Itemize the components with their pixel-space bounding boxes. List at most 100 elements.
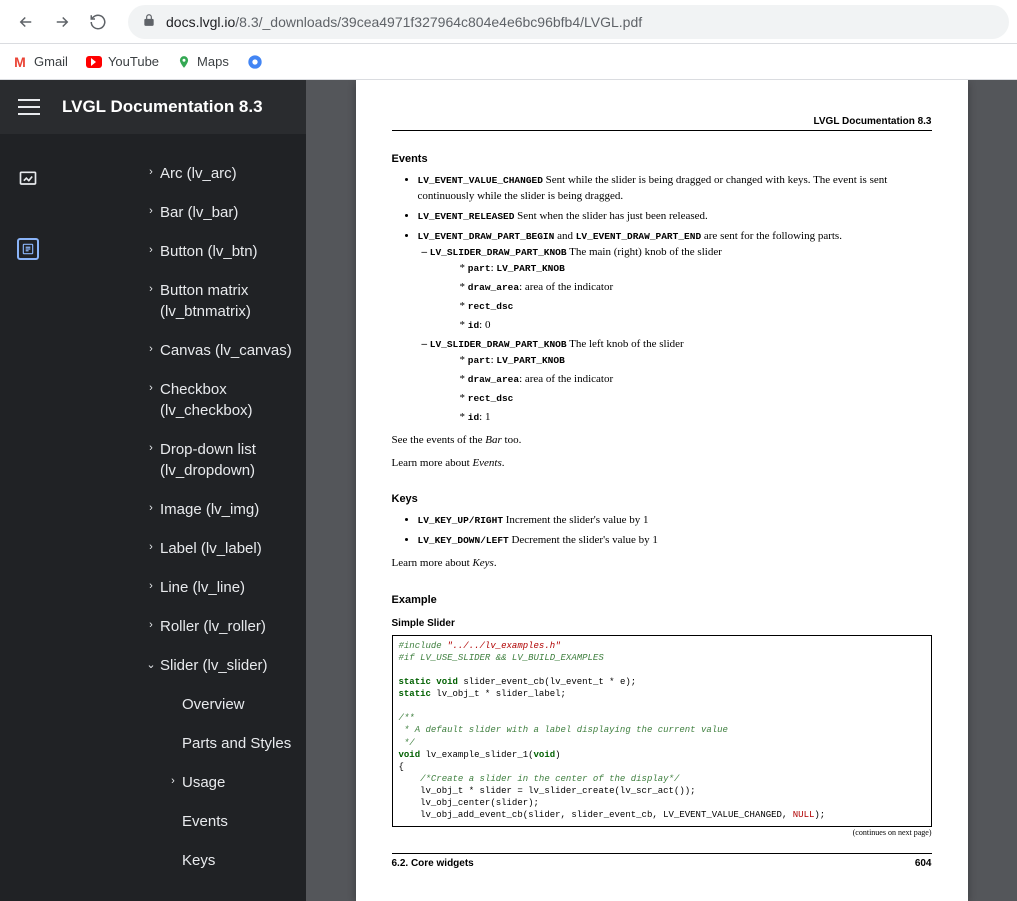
bookmark-maps[interactable]: Maps — [177, 54, 229, 69]
events-list: LV_EVENT_VALUE_CHANGED Sent while the sl… — [392, 173, 932, 426]
bookmark-youtube[interactable]: YouTube — [86, 54, 159, 70]
lock-icon — [142, 13, 156, 30]
page-footer: 6.2. Core widgets 604 — [392, 853, 932, 869]
continues-note: (continues on next page) — [392, 828, 932, 837]
outline-icon[interactable] — [17, 238, 39, 260]
outline-label: Parts and Styles — [182, 733, 291, 754]
bookmark-label: YouTube — [108, 54, 159, 69]
reload-icon — [89, 13, 107, 31]
outline-label: Drop-down list (lv_dropdown) — [160, 439, 294, 481]
chevron-right-icon: › — [164, 775, 182, 787]
outline-label: Checkbox (lv_checkbox) — [160, 379, 294, 421]
address-bar[interactable]: docs.lvgl.io/8.3/_downloads/39cea4971f32… — [128, 5, 1009, 39]
outline-label: Image (lv_img) — [160, 499, 259, 520]
pdf-sidebar: LVGL Documentation 8.3 ›Arc (lv_arc)›Bar… — [0, 80, 306, 901]
outline-label: Events — [182, 811, 228, 832]
outline-label: Canvas (lv_canvas) — [160, 340, 292, 361]
outline-label: Slider (lv_slider) — [160, 655, 268, 676]
outline-item[interactable]: ›Button matrix (lv_btnmatrix) — [56, 271, 306, 331]
sidebar-header: LVGL Documentation 8.3 — [0, 80, 306, 134]
bookmark-label: Gmail — [34, 54, 68, 69]
forward-button[interactable] — [44, 4, 80, 40]
pdf-page: LVGL Documentation 8.3 Events LV_EVENT_V… — [356, 80, 968, 901]
list-item: LV_KEY_UP/RIGHT Increment the slider's v… — [418, 513, 932, 529]
outline-tree[interactable]: ›Arc (lv_arc)›Bar (lv_bar)›Button (lv_bt… — [56, 134, 306, 901]
outline-item[interactable]: ›Checkbox (lv_checkbox) — [56, 370, 306, 430]
code-block: #include "../../lv_examples.h" #if LV_US… — [392, 635, 932, 827]
outline-item[interactable]: ›Drop-down list (lv_dropdown) — [56, 430, 306, 490]
footer-page-number: 604 — [915, 858, 932, 869]
outline-item[interactable]: ›Bar (lv_bar) — [56, 193, 306, 232]
chevron-right-icon: › — [142, 619, 160, 631]
outline-item[interactable]: ›Label (lv_label) — [56, 529, 306, 568]
url-path: /8.3/_downloads/39cea4971f327964c804e4e6… — [235, 14, 642, 30]
outline-item[interactable]: Keys — [56, 841, 306, 880]
url-host: docs.lvgl.io — [166, 14, 235, 30]
sidebar-title: LVGL Documentation 8.3 — [62, 97, 263, 117]
bookmark-gmail[interactable]: M Gmail — [12, 54, 68, 70]
outline-item[interactable]: ›Image (lv_img) — [56, 490, 306, 529]
outline-item[interactable]: ›Canvas (lv_canvas) — [56, 331, 306, 370]
back-button[interactable] — [8, 4, 44, 40]
outline-label: Usage — [182, 772, 225, 793]
section-events: Events — [392, 153, 932, 165]
outline-item[interactable]: Events — [56, 802, 306, 841]
footer-section: 6.2. Core widgets — [392, 858, 474, 869]
outline-label: Arc (lv_arc) — [160, 163, 237, 184]
outline-item[interactable]: ⌄Slider (lv_slider) — [56, 646, 306, 685]
outline-item[interactable]: ›Arc (lv_arc) — [56, 154, 306, 193]
chevron-right-icon: › — [142, 580, 160, 592]
chevron-right-icon: › — [142, 382, 160, 394]
list-item: LV_EVENT_DRAW_PART_BEGIN and LV_EVENT_DR… — [418, 229, 932, 426]
outline-label: Overview — [182, 694, 245, 715]
sidebar-rail — [0, 134, 56, 901]
section-example: Example — [392, 594, 932, 606]
arrow-right-icon — [53, 13, 71, 31]
outline-label: Label (lv_label) — [160, 538, 262, 559]
outline-label: Button (lv_btn) — [160, 241, 258, 262]
page-header: LVGL Documentation 8.3 — [392, 116, 932, 131]
bookmarks-bar: M Gmail YouTube Maps — [0, 44, 1017, 80]
chevron-right-icon: › — [142, 244, 160, 256]
chevron-right-icon: › — [142, 442, 160, 454]
outline-label: Roller (lv_roller) — [160, 616, 266, 637]
list-item: LV_KEY_DOWN/LEFT Decrement the slider's … — [418, 533, 932, 549]
reload-button[interactable] — [80, 4, 116, 40]
maps-icon — [177, 55, 191, 69]
outline-item[interactable]: Overview — [56, 685, 306, 724]
bookmark-label: Maps — [197, 54, 229, 69]
outline-label: Line (lv_line) — [160, 577, 245, 598]
example-title: Simple Slider — [392, 618, 932, 629]
gmail-icon: M — [12, 54, 28, 70]
chevron-down-icon: ⌄ — [142, 658, 160, 671]
thumbnails-icon[interactable] — [17, 168, 39, 190]
body-text: Learn more about Keys. — [392, 555, 932, 572]
outline-item[interactable]: ›Line (lv_line) — [56, 568, 306, 607]
chevron-right-icon: › — [142, 205, 160, 217]
list-item: LV_SLIDER_DRAW_PART_KNOB The left knob o… — [436, 337, 932, 426]
menu-button[interactable] — [18, 99, 40, 115]
youtube-icon — [86, 54, 102, 70]
list-item: LV_EVENT_RELEASED Sent when the slider h… — [418, 209, 932, 225]
arrow-left-icon — [17, 13, 35, 31]
chevron-right-icon: › — [142, 343, 160, 355]
bookmark-more-icon[interactable] — [247, 54, 263, 70]
list-item: LV_SLIDER_DRAW_PART_KNOB The main (right… — [436, 245, 932, 334]
keys-list: LV_KEY_UP/RIGHT Increment the slider's v… — [392, 513, 932, 549]
outline-label: Keys — [182, 850, 215, 871]
chevron-right-icon: › — [142, 283, 160, 295]
outline-item[interactable]: ›Roller (lv_roller) — [56, 607, 306, 646]
chevron-right-icon: › — [142, 541, 160, 553]
pdf-viewport[interactable]: LVGL Documentation 8.3 Events LV_EVENT_V… — [306, 80, 1017, 901]
chevron-right-icon: › — [142, 502, 160, 514]
list-item: LV_EVENT_VALUE_CHANGED Sent while the sl… — [418, 173, 932, 205]
section-keys: Keys — [392, 493, 932, 505]
body-text: Learn more about Events. — [392, 455, 932, 472]
body-text: See the events of the Bar too. — [392, 432, 932, 449]
outline-label: Bar (lv_bar) — [160, 202, 238, 223]
browser-toolbar: docs.lvgl.io/8.3/_downloads/39cea4971f32… — [0, 0, 1017, 44]
outline-item[interactable]: ›Button (lv_btn) — [56, 232, 306, 271]
outline-item[interactable]: ›Usage — [56, 763, 306, 802]
outline-item[interactable]: Parts and Styles — [56, 724, 306, 763]
outline-label: Button matrix (lv_btnmatrix) — [160, 280, 294, 322]
